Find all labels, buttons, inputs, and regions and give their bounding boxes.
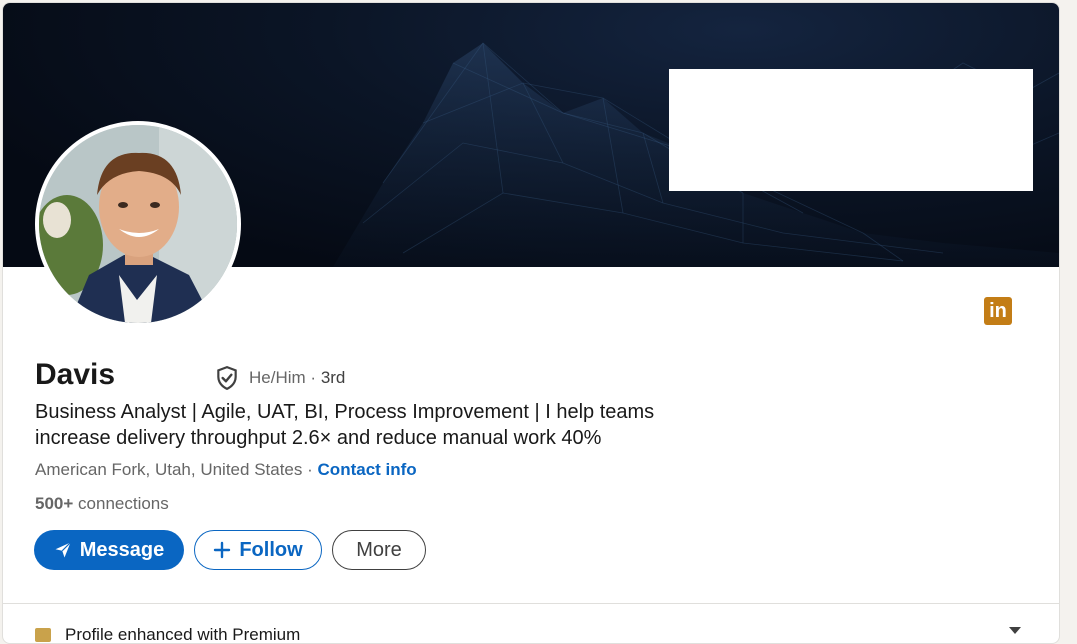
follow-button[interactable]: Follow [194,530,322,570]
shield-check-icon[interactable] [214,365,240,391]
pronouns-degree: He/Him · 3rd [249,368,345,388]
paper-plane-icon [54,541,72,559]
more-button[interactable]: More [332,530,426,570]
connections-row[interactable]: 500+ connections [35,494,169,514]
avatar[interactable] [35,121,241,327]
chevron-down-icon[interactable] [1009,627,1021,634]
follow-label: Follow [239,538,303,561]
plus-icon [213,541,231,559]
connection-degree: 3rd [320,368,346,387]
connections-count: 500+ [35,494,74,513]
profile-card: in Davis He/Him · 3rd Business Analyst |… [2,2,1060,644]
location-separator: · [307,460,313,479]
premium-icon [35,628,51,642]
location: American Fork, Utah, United States [35,460,303,479]
more-label: More [356,538,402,561]
pronouns: He/Him [249,368,306,387]
linkedin-icon[interactable]: in [984,297,1012,325]
banner-overlay-block [669,69,1033,191]
profile-name: Davis [35,358,116,391]
profile-headline: Business Analyst | Agile, UAT, BI, Proce… [35,401,655,449]
message-label: Message [79,538,165,561]
section-divider [3,603,1059,604]
degree-separator: · [310,368,317,387]
location-row: American Fork, Utah, United States · Con… [35,460,417,480]
connections-label: connections [78,494,169,513]
contact-info-link[interactable]: Contact info [318,460,417,479]
message-button[interactable]: Message [34,530,184,570]
profile-photo [39,125,237,323]
avatar-photo [39,125,237,323]
